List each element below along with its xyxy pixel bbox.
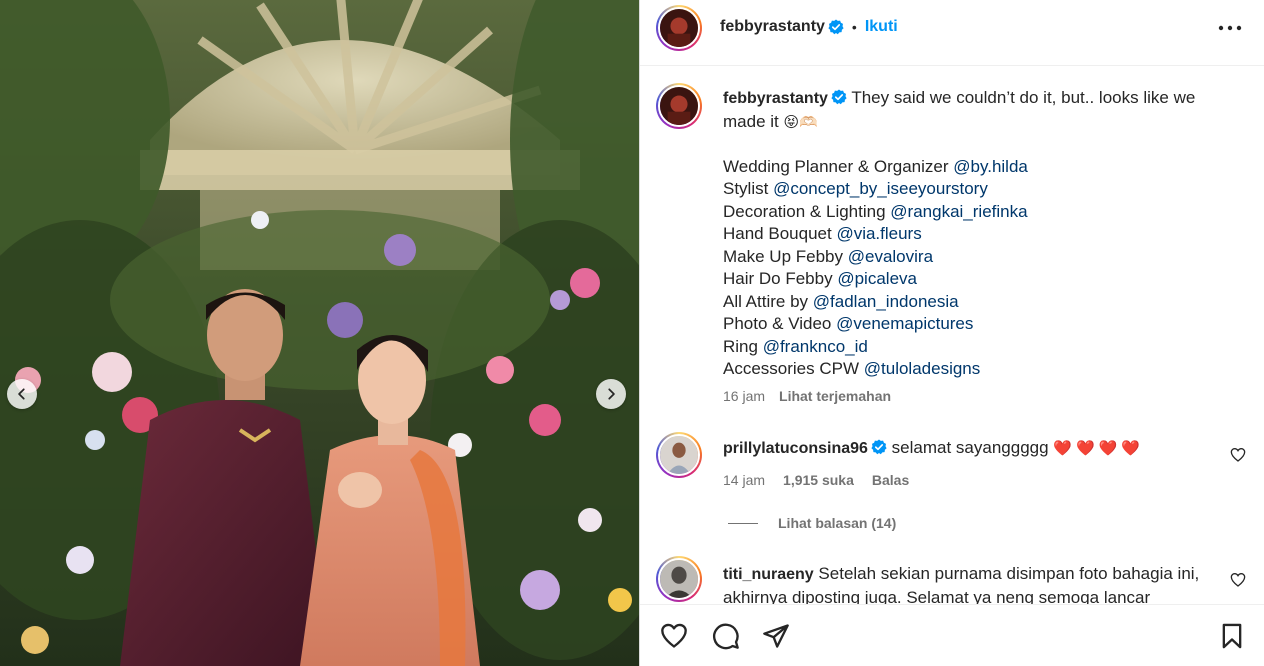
credit-mention-link[interactable]: @rangkai_riefinka [890, 202, 1027, 221]
comment-meta: 14 jam 1,915 suka Balas [723, 472, 927, 488]
reply-button[interactable]: Balas [872, 472, 909, 488]
credit-label: Hand Bouquet [723, 224, 832, 243]
comment-text: titi_nuraeny Setelah sekian purnama disi… [723, 563, 1223, 609]
heart-icon[interactable] [660, 622, 688, 650]
comment-hearts: ❤️❤️❤️❤️ [1053, 439, 1145, 457]
credit-label: Stylist [723, 179, 769, 198]
view-replies-label: Lihat balasan (14) [778, 515, 897, 531]
credits-list: Wedding Planner & Organizer @by.hilda Sty… [723, 156, 1233, 381]
credit-line: Hair Do Febby @picaleva [723, 268, 1233, 291]
credit-line: Hand Bouquet @via.fleurs [723, 223, 1233, 246]
bookmark-icon[interactable] [1218, 622, 1246, 650]
caption-line-1: They said we couldn’t do it, but.. looks… [851, 88, 1196, 107]
verified-badge-icon [871, 439, 887, 455]
commenter-avatar[interactable] [656, 556, 702, 602]
comment-icon[interactable] [712, 622, 740, 650]
credit-label: Photo & Video [723, 314, 832, 333]
like-comment-icon[interactable] [1230, 572, 1246, 588]
chevron-left-icon [18, 388, 25, 400]
like-comment-icon[interactable] [1230, 447, 1246, 463]
post-actions-bar [640, 604, 1264, 666]
header-separator: • [851, 19, 857, 35]
commenter-username[interactable]: titi_nuraeny [723, 566, 814, 583]
credit-mention-link[interactable]: @by.hilda [953, 157, 1028, 176]
credit-mention-link[interactable]: @picaleva [837, 269, 917, 288]
post-details-panel: febbyrastanty • Ikuti febbyrastanty They… [640, 0, 1264, 666]
credit-mention-link[interactable]: @tuloladesigns [864, 359, 981, 378]
credit-label: Make Up Febby [723, 246, 843, 266]
view-replies-button[interactable]: Lihat balasan (14) [728, 515, 896, 531]
caption-meta: 16 jam Lihat terjemahan [723, 388, 891, 404]
comment-likes[interactable]: 1,915 suka [783, 472, 854, 488]
credit-label: Accessories CPW [723, 359, 860, 378]
follow-button[interactable]: Ikuti [865, 18, 898, 36]
previous-photo-button[interactable] [7, 379, 37, 409]
commenter-avatar-image [660, 436, 698, 474]
caption-author-avatar[interactable] [656, 83, 702, 129]
next-photo-button[interactable] [596, 379, 626, 409]
comment-body-line-1: Setelah sekian purnama disimpan foto bah… [818, 564, 1200, 583]
credit-label: Ring [723, 336, 758, 356]
caption-line-2: made it [723, 111, 779, 131]
credit-line: Decoration & Lighting @rangkai_riefinka [723, 201, 1233, 224]
comment-text: prillylatuconsina96 selamat sayanggggg ❤… [723, 437, 1223, 461]
author-avatar-image [660, 9, 698, 47]
commenter-avatar[interactable] [656, 432, 702, 478]
credit-label: Decoration & Lighting [723, 201, 886, 221]
credit-line: Make Up Febby @evalovira [723, 246, 1233, 269]
share-icon[interactable] [762, 622, 790, 650]
caption-username[interactable]: febbyrastanty [723, 90, 828, 107]
credit-line: Accessories CPW @tuloladesigns [723, 358, 1233, 381]
verified-badge-icon [831, 89, 847, 105]
post-photo[interactable] [0, 0, 639, 666]
credit-line: Ring @franknco_id [723, 336, 1233, 359]
comment-timestamp: 14 jam [723, 472, 766, 488]
more-options-icon[interactable] [1218, 25, 1242, 31]
chevron-right-icon [608, 388, 615, 400]
credit-mention-link[interactable]: @venemapictures [836, 314, 973, 333]
comment-body: selamat sayanggggg [891, 438, 1049, 457]
credit-label: Wedding Planner & Organizer [723, 156, 949, 176]
credit-line: All Attire by @fadlan_indonesia [723, 291, 1233, 314]
credit-mention-link[interactable]: @via.fleurs [836, 224, 921, 243]
credit-line: Wedding Planner & Organizer @by.hilda [723, 156, 1233, 179]
caption-emojis: 😝🫶🏻 [783, 112, 818, 131]
commenter-avatar-image [660, 560, 698, 598]
credit-mention-link[interactable]: @fadlan_indonesia [813, 292, 959, 311]
caption-avatar-image [660, 87, 698, 125]
photo-illustration [0, 0, 639, 666]
verified-badge-icon [828, 19, 844, 35]
post-header: febbyrastanty • Ikuti [640, 0, 1264, 66]
credit-mention-link[interactable]: @concept_by_iseeyourstory [773, 179, 988, 198]
credit-label: Hair Do Febby [723, 269, 833, 288]
translate-link[interactable]: Lihat terjemahan [779, 388, 891, 404]
caption-text: febbyrastanty They said we couldn’t do i… [723, 87, 1233, 381]
replies-divider [728, 522, 758, 524]
author-avatar[interactable] [656, 5, 702, 51]
credit-line: Photo & Video @venemapictures [723, 313, 1233, 336]
credit-mention-link[interactable]: @evalovira [848, 247, 933, 266]
commenter-username[interactable]: prillylatuconsina96 [723, 440, 868, 457]
credit-mention-link[interactable]: @franknco_id [763, 337, 868, 356]
credit-label: All Attire by [723, 291, 809, 311]
caption-timestamp: 16 jam [723, 388, 766, 404]
credit-line: Stylist @concept_by_iseeyourstory [723, 178, 1233, 201]
author-username[interactable]: febbyrastanty [720, 18, 825, 36]
